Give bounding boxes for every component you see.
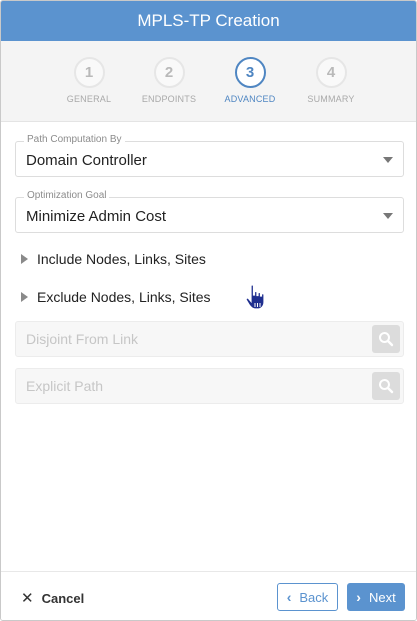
- search-icon: [379, 332, 394, 347]
- caret-down-icon: [383, 213, 393, 219]
- next-label: Next: [368, 589, 396, 605]
- chevron-right-icon: ›: [356, 589, 361, 605]
- cancel-label: Cancel: [41, 590, 85, 606]
- caret-down-icon: [383, 157, 393, 163]
- cancel-button[interactable]: ✕ Cancel: [21, 589, 84, 607]
- disjoint-search-button[interactable]: [372, 325, 400, 353]
- step-number: 1: [73, 57, 105, 88]
- close-icon: ✕: [21, 590, 34, 607]
- step-number: 2: [153, 57, 185, 88]
- mpls-tp-creation-dialog: MPLS-TP Creation 1 GENERAL 2 ENDPOINTS 3…: [0, 0, 417, 621]
- step-label: GENERAL: [66, 94, 112, 104]
- optimization-goal-select[interactable]: Optimization Goal Minimize Admin Cost: [15, 190, 404, 233]
- exclude-nodes-expander[interactable]: Exclude Nodes, Links, Sites: [21, 289, 211, 305]
- dialog-footer: ✕ Cancel ‹ Back › Next: [1, 571, 416, 620]
- disjoint-from-link-input[interactable]: [16, 322, 366, 356]
- step-label: SUMMARY: [307, 94, 355, 104]
- path-computation-select[interactable]: Path Computation By Domain Controller: [15, 134, 404, 177]
- search-icon: [379, 379, 394, 394]
- step-endpoints[interactable]: 2 ENDPOINTS: [124, 57, 214, 104]
- step-advanced[interactable]: 3 ADVANCED: [205, 57, 295, 104]
- optimization-goal-label: Optimization Goal: [24, 190, 110, 201]
- back-button[interactable]: ‹ Back: [277, 583, 338, 611]
- step-label: ENDPOINTS: [141, 94, 197, 104]
- triangle-right-icon: [21, 292, 28, 302]
- optimization-goal-value: Minimize Admin Cost: [26, 208, 167, 225]
- step-number: 3: [234, 57, 266, 88]
- dialog-title: MPLS-TP Creation: [137, 11, 280, 30]
- include-nodes-expander[interactable]: Include Nodes, Links, Sites: [21, 251, 206, 267]
- back-label: Back: [299, 589, 329, 605]
- path-computation-value: Domain Controller: [26, 152, 147, 169]
- dialog-titlebar: MPLS-TP Creation: [1, 1, 416, 41]
- hand-cursor-icon: [245, 284, 265, 310]
- chevron-left-icon: ‹: [286, 589, 292, 605]
- step-summary[interactable]: 4 SUMMARY: [286, 57, 376, 104]
- explicit-path-input[interactable]: [16, 369, 366, 403]
- explicit-path-field: [15, 368, 404, 404]
- step-general[interactable]: 1 GENERAL: [44, 57, 134, 104]
- next-button[interactable]: › Next: [347, 583, 405, 611]
- triangle-right-icon: [21, 254, 28, 264]
- step-number: 4: [315, 57, 347, 88]
- disjoint-from-link-field: [15, 321, 404, 357]
- path-computation-label: Path Computation By: [24, 134, 125, 145]
- explicit-path-search-button[interactable]: [372, 372, 400, 400]
- include-nodes-label: Include Nodes, Links, Sites: [37, 251, 206, 267]
- step-label: ADVANCED: [224, 94, 276, 104]
- exclude-nodes-label: Exclude Nodes, Links, Sites: [37, 289, 211, 305]
- wizard-stepper: 1 GENERAL 2 ENDPOINTS 3 ADVANCED 4 SUMMA…: [1, 41, 416, 122]
